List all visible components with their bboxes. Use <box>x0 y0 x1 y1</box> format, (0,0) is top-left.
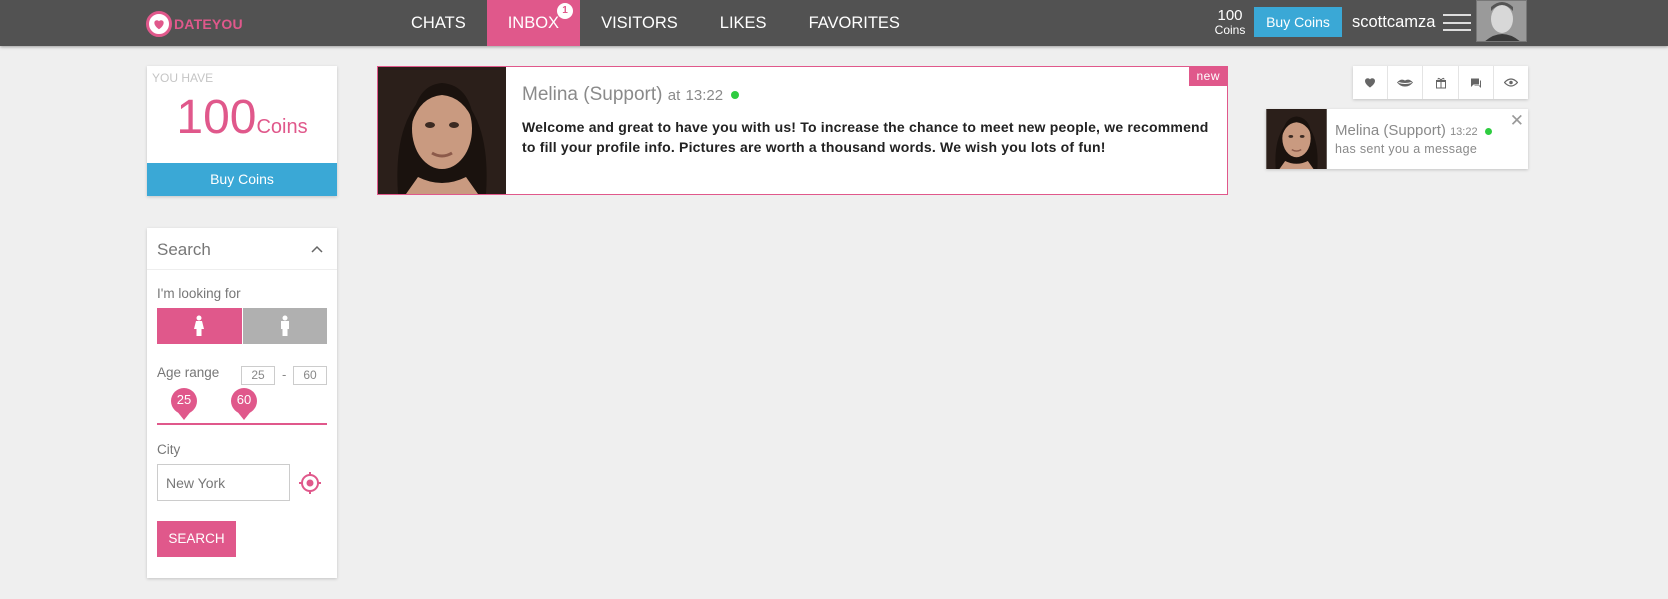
notification-sender: Melina (Support) 13:22 <box>1335 122 1492 139</box>
gender-toggle <box>157 308 327 344</box>
sender-photo[interactable] <box>378 67 506 194</box>
buy-coins-button[interactable]: Buy Coins <box>147 163 337 196</box>
top-bar: DATEYOU CHATS INBOX 1 VISITORS LIKES FAV… <box>0 0 1668 46</box>
coins-amount-value: 100 <box>176 91 257 144</box>
notification-sender-name: Melina (Support) <box>1335 122 1446 139</box>
message-time-prefix: at <box>667 87 681 104</box>
age-slider-track[interactable] <box>157 423 327 425</box>
looking-for-label: I'm looking for <box>157 286 241 301</box>
female-icon <box>194 315 205 336</box>
message-notification[interactable]: Melina (Support) 13:22 has sent you a me… <box>1266 109 1528 169</box>
heart-icon[interactable] <box>1353 66 1389 99</box>
search-title: Search <box>157 240 211 259</box>
header-coins-value: 100 <box>1217 7 1243 24</box>
user-avatar[interactable] <box>1476 0 1527 42</box>
close-icon[interactable]: ✕ <box>1510 111 1524 131</box>
quick-actions <box>1353 66 1528 99</box>
age-max-handle[interactable]: 60 <box>231 388 257 422</box>
main-nav: CHATS INBOX 1 VISITORS LIKES FAVORITES <box>390 0 921 46</box>
online-status-icon <box>1484 127 1492 135</box>
male-option[interactable] <box>242 308 327 344</box>
inbox-count-badge: 1 <box>557 3 574 19</box>
age-min-handle[interactable]: 25 <box>171 388 197 422</box>
notification-text: has sent you a message <box>1335 142 1478 156</box>
heart-logo-icon <box>146 11 172 37</box>
message-body: Welcome and great to have you with us! T… <box>522 119 1209 155</box>
nav-visitors[interactable]: VISITORS <box>580 0 699 46</box>
nav-favorites[interactable]: FAVORITES <box>788 0 921 46</box>
eye-icon[interactable] <box>1494 66 1528 99</box>
age-dash: - <box>282 367 287 382</box>
logo[interactable]: DATEYOU <box>146 11 243 37</box>
city-label: City <box>157 442 181 457</box>
age-min-input[interactable]: 25 <box>241 366 275 385</box>
male-icon <box>280 315 289 336</box>
new-badge: new <box>1189 67 1227 86</box>
age-max-handle-label: 60 <box>231 388 257 414</box>
search-header[interactable]: Search <box>147 228 337 270</box>
brand-name: DATEYOU <box>174 16 243 32</box>
search-button[interactable]: SEARCH <box>157 521 236 557</box>
message-card[interactable]: new Melina (Support) at 13:22 Welcome an… <box>377 66 1228 195</box>
message-sender-name[interactable]: Melina (Support) <box>522 84 662 105</box>
locate-icon[interactable] <box>297 470 323 496</box>
notification-time: 13:22 <box>1450 126 1478 138</box>
chevron-up-icon[interactable] <box>311 240 323 256</box>
nav-chats[interactable]: CHATS <box>390 0 487 46</box>
nav-inbox-label: INBOX <box>507 14 560 32</box>
age-max-input[interactable]: 60 <box>293 366 327 385</box>
lips-icon[interactable] <box>1388 66 1424 99</box>
search-panel: Search I'm looking for Age range 25 - 60… <box>147 228 337 578</box>
message-sender: Melina (Support) at 13:22 <box>522 84 740 106</box>
username[interactable]: scottcamza <box>1352 13 1435 32</box>
coins-caption: YOU HAVE <box>152 71 214 85</box>
header-coins-label: Coins <box>1214 23 1246 37</box>
coins-card: YOU HAVE 100Coins Buy Coins <box>147 66 337 196</box>
header-buy-coins-button[interactable]: Buy Coins <box>1254 7 1342 37</box>
message-time: 13:22 <box>685 87 724 104</box>
city-input[interactable] <box>157 464 290 501</box>
coins-amount: 100Coins <box>147 90 337 145</box>
menu-icon[interactable] <box>1443 14 1471 31</box>
notification-sender-photo <box>1266 109 1327 169</box>
coins-amount-unit: Coins <box>256 116 308 138</box>
female-option[interactable] <box>157 308 242 344</box>
nav-inbox[interactable]: INBOX 1 <box>486 0 581 46</box>
age-range-label: Age range <box>157 365 220 380</box>
nav-likes[interactable]: LIKES <box>699 0 788 46</box>
gift-icon[interactable] <box>1423 66 1459 99</box>
header-coins: 100 Coins <box>1210 8 1250 36</box>
chat-icon[interactable] <box>1459 66 1494 99</box>
online-status-icon <box>731 90 740 99</box>
age-min-handle-label: 25 <box>171 388 197 414</box>
